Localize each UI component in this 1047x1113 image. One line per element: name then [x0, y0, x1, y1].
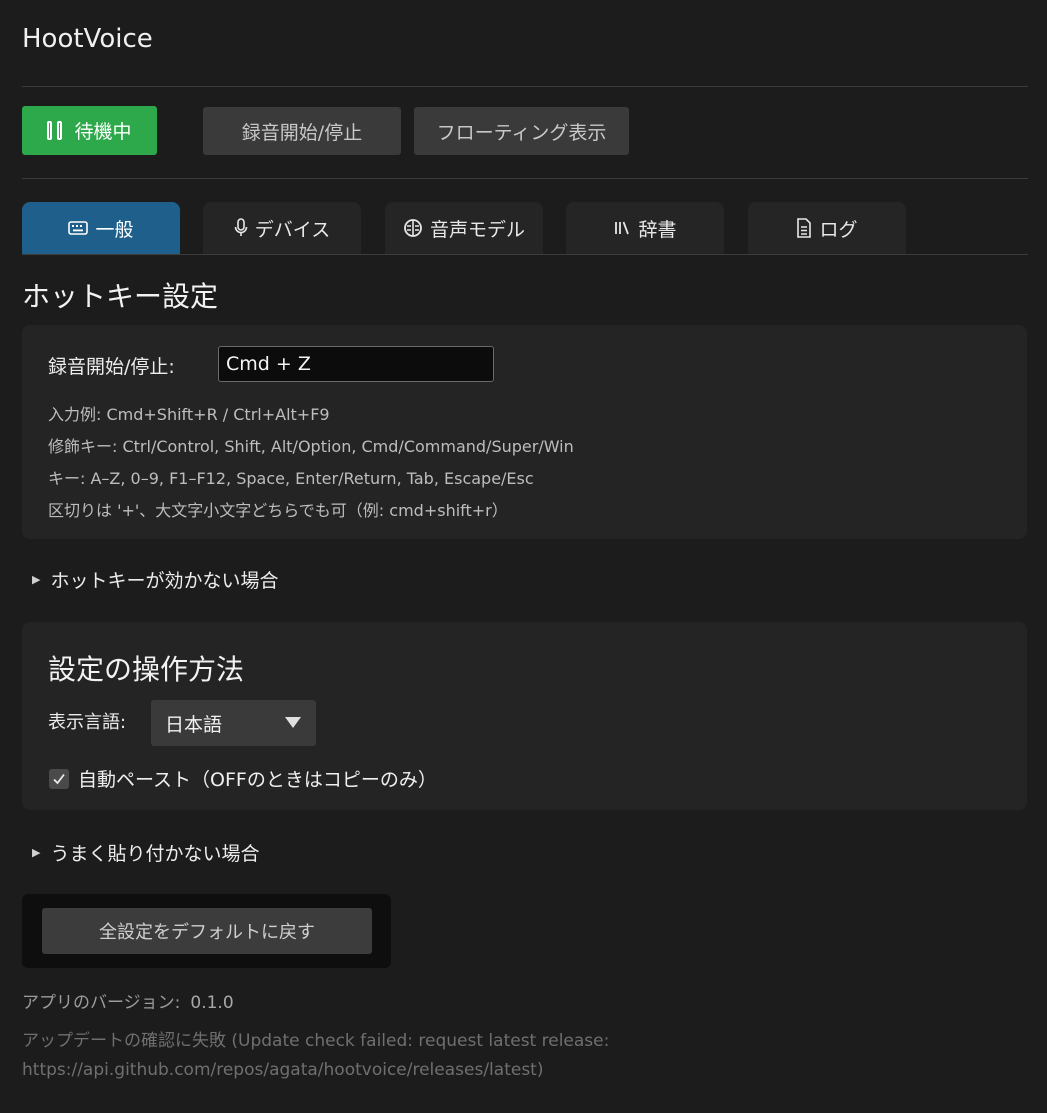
pause-icon	[47, 121, 63, 140]
autopaste-checkbox[interactable]	[49, 768, 69, 789]
hotkey-input[interactable]	[218, 346, 494, 382]
tab-bar-underline	[22, 254, 1028, 255]
disclosure-label: うまく貼り付かない場合	[50, 843, 260, 865]
document-icon	[797, 218, 812, 238]
tab-log[interactable]: ログ	[748, 202, 906, 254]
floating-display-button[interactable]: フローティング表示	[414, 107, 629, 155]
version-label: アプリのバージョン:	[22, 993, 181, 1013]
tab-dictionary[interactable]: 辞書	[566, 202, 724, 254]
autopaste-label: 自動ペースト（OFFのときはコピーのみ）	[78, 769, 437, 791]
checkmark-icon	[53, 773, 65, 784]
tab-label: ログ	[819, 218, 858, 241]
chevron-down-icon	[285, 717, 301, 728]
hotkey-hint: 入力例: Cmd+Shift+R / Ctrl+Alt+F9	[48, 405, 330, 424]
hotkey-troubleshoot-disclosure[interactable]: ▶ ホットキーが効かない場合	[32, 566, 278, 593]
app-title: HootVoice	[22, 24, 153, 54]
paste-troubleshoot-disclosure[interactable]: ▶ うまく貼り付かない場合	[32, 839, 259, 866]
tab-label: 一般	[95, 218, 134, 241]
version-value: 0.1.0	[190, 993, 234, 1013]
brain-icon	[404, 219, 422, 237]
tab-devices[interactable]: デバイス	[203, 202, 361, 254]
status-label: 待機中	[74, 121, 132, 143]
tab-label: デバイス	[254, 218, 331, 241]
hotkey-hint: キー: A–Z, 0–9, F1–F12, Space, Enter/Retur…	[48, 469, 534, 488]
tab-label: 音声モデル	[429, 218, 525, 241]
tab-label: 辞書	[638, 218, 677, 241]
app-version: アプリのバージョン: 0.1.0	[22, 988, 234, 1013]
language-label: 表示言語:	[48, 712, 127, 733]
language-select[interactable]: 日本語	[151, 700, 316, 746]
books-icon	[615, 221, 630, 235]
operation-section-title: 設定の操作方法	[48, 653, 245, 686]
disclosure-triangle-icon: ▶	[32, 573, 41, 586]
disclosure-label: ホットキーが効かない場合	[50, 570, 279, 592]
status-toggle-button[interactable]: 待機中	[22, 106, 157, 155]
hotkey-field-label: 録音開始/停止:	[48, 356, 175, 378]
autopaste-option[interactable]: 自動ペースト（OFFのときはコピーのみ）	[49, 765, 437, 792]
keyboard-icon	[68, 221, 89, 235]
reset-defaults-button[interactable]: 全設定をデフォルトに戻す	[42, 908, 372, 954]
disclosure-triangle-icon: ▶	[32, 846, 41, 859]
settings-window: HootVoice 待機中 録音開始/停止 フローティング表示 一般 デバイス	[0, 0, 1047, 1113]
tab-voice-model[interactable]: 音声モデル	[385, 202, 543, 254]
divider	[22, 86, 1028, 87]
language-value: 日本語	[165, 713, 223, 736]
divider	[22, 178, 1028, 179]
hotkey-hint: 区切りは '+'、大文字小文字どちらでも可（例: cmd+shift+r）	[48, 501, 508, 520]
record-toggle-button[interactable]: 録音開始/停止	[203, 107, 401, 155]
tab-general[interactable]: 一般	[22, 202, 180, 254]
microphone-icon	[234, 218, 248, 236]
hotkey-section-title: ホットキー設定	[22, 280, 219, 313]
hotkey-hint: 修飾キー: Ctrl/Control, Shift, Alt/Option, C…	[48, 437, 574, 456]
update-error-message: アップデートの確認に失敗 (Update check failed: reque…	[22, 1031, 610, 1080]
